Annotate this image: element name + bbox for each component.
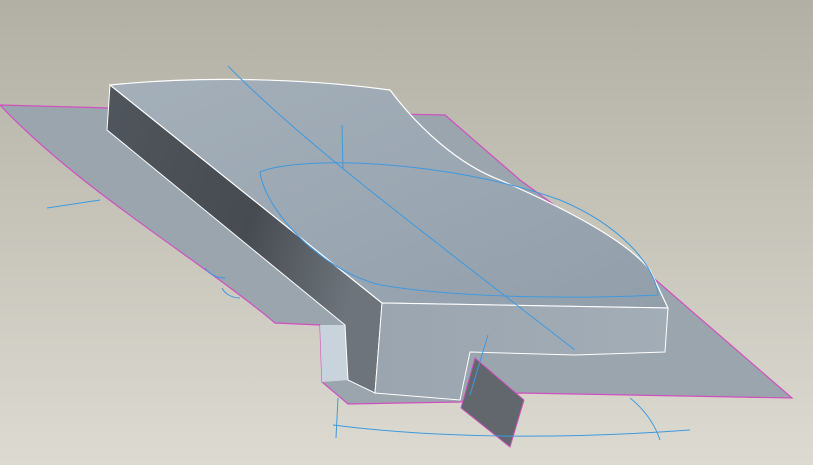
cad-3d-viewport[interactable]: [0, 0, 813, 465]
